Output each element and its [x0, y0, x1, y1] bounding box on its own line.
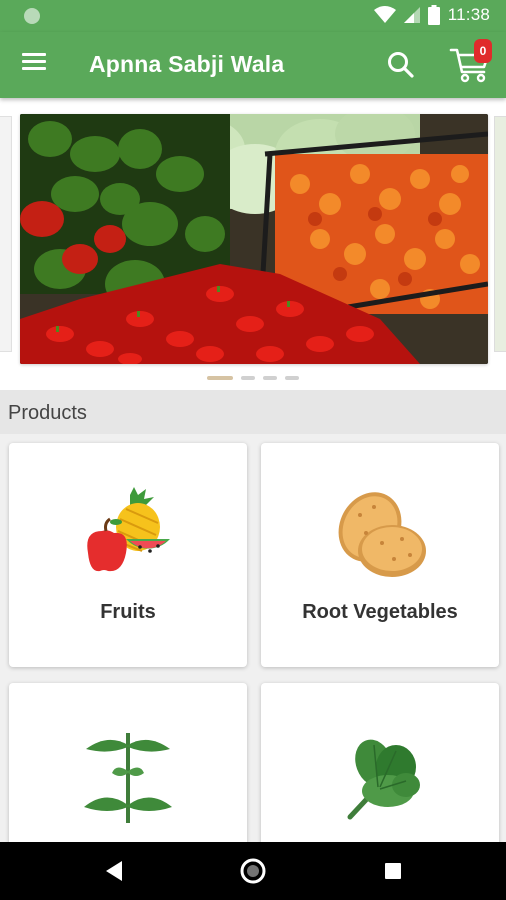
wifi-icon [373, 6, 396, 23]
back-icon[interactable] [100, 856, 130, 886]
home-icon[interactable] [238, 856, 268, 886]
carousel-dot[interactable] [263, 376, 277, 380]
products-section-header: Products [0, 390, 506, 434]
vegetable-market-illustration [20, 114, 488, 364]
category-label: Fruits [100, 601, 156, 623]
products-section-title: Products [8, 402, 87, 424]
battery-icon [427, 5, 440, 25]
app-screen: 11:38 Apnna Sabji Wala 0 Products Fruits… [0, 0, 506, 900]
next-slide-peek [494, 116, 506, 352]
category-label: Root Vegetables [302, 601, 458, 623]
fruits-icon [87, 487, 170, 572]
notification-dot-icon [24, 8, 40, 24]
carousel-indicator [0, 376, 506, 384]
banner-image-vegetables[interactable] [20, 114, 488, 364]
category-grid: Fruits Root Vegetables [0, 434, 506, 900]
cart-count-badge: 0 [474, 39, 492, 63]
recents-icon[interactable] [378, 856, 408, 886]
carousel-dot[interactable] [285, 376, 299, 380]
status-bar: 11:38 [0, 0, 506, 32]
leafy-greens-icon [347, 739, 420, 820]
status-time: 11:38 [447, 5, 490, 24]
carousel-dot[interactable] [241, 376, 255, 380]
menu-icon[interactable] [20, 50, 50, 80]
cellular-signal-icon [403, 7, 420, 23]
previous-slide-peek [0, 116, 12, 352]
app-bar: Apnna Sabji Wala [0, 32, 506, 98]
banner-carousel[interactable] [0, 98, 506, 390]
category-card-fruits[interactable]: Fruits [9, 443, 247, 667]
carousel-dot[interactable] [207, 376, 233, 380]
herb-icon [84, 733, 172, 823]
category-card-root-vegetables[interactable]: Root Vegetables [261, 443, 499, 667]
app-title: Apnna Sabji Wala [89, 51, 285, 77]
search-icon[interactable] [386, 50, 416, 80]
status-icons: 11:38 [373, 5, 490, 25]
system-navigation-bar [0, 842, 506, 900]
potato-icon [338, 492, 426, 577]
